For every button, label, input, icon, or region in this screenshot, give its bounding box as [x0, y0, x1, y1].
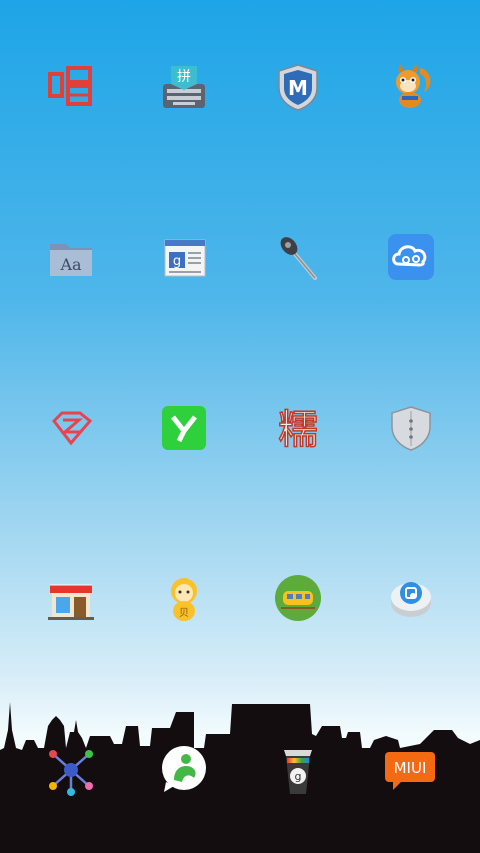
squirrel-icon [396, 64, 431, 108]
app-tools[interactable] [268, 227, 328, 287]
yellow-baby-icon: 贝 [171, 578, 197, 621]
svg-text:M: M [288, 76, 308, 100]
app-diamond[interactable] [41, 398, 101, 458]
app-disk[interactable] [381, 568, 441, 628]
app-y[interactable] [154, 398, 214, 458]
blue-button-icon [391, 582, 431, 617]
shop-front-icon [48, 584, 94, 620]
app-cloud[interactable] [381, 227, 441, 287]
coffee-cup-icon: g [284, 750, 312, 794]
app-nuo[interactable]: 糯 [268, 398, 328, 458]
green-y-icon [162, 406, 206, 450]
svg-text:拼: 拼 [177, 69, 191, 85]
app-grid: 拼 M Aa g 糯 贝 [0, 0, 480, 680]
app-guard[interactable] [381, 398, 441, 458]
app-security-shield[interactable]: M [268, 57, 328, 117]
dock-coffee-app[interactable]: g [268, 740, 328, 800]
folder-aa-icon: Aa [50, 244, 92, 276]
app-font-manager[interactable]: Aa [41, 227, 101, 287]
app-uc-browser[interactable] [381, 57, 441, 117]
app-google-news[interactable]: g [154, 227, 214, 287]
svg-text:MIUI: MIUI [394, 759, 427, 777]
newspaper-g-icon: g [164, 239, 206, 277]
app-baby[interactable]: 贝 [154, 568, 214, 628]
app-train[interactable] [268, 568, 328, 628]
network-nodes-icon [49, 750, 93, 796]
dock-miui-app[interactable]: MIUI [381, 740, 441, 800]
dock: g MIUI [0, 735, 480, 805]
silver-shield-icon [391, 406, 431, 451]
dock-chat-app[interactable] [154, 740, 214, 800]
m-shield-icon: M [278, 64, 318, 111]
diamond-z-icon [52, 411, 93, 446]
keyboard-pin-icon: 拼 [163, 66, 205, 108]
svg-text:g: g [173, 254, 181, 269]
svg-text:g: g [295, 770, 302, 783]
miui-bubble-icon: MIUI [385, 752, 435, 790]
app-singing[interactable] [41, 57, 101, 117]
screwdriver-icon [280, 237, 317, 280]
dock-network-app[interactable] [41, 740, 101, 800]
train-icon [275, 575, 321, 621]
svg-text:贝: 贝 [179, 607, 189, 619]
green-person-bubble-icon [162, 746, 206, 792]
nuo-character-icon: 糯 [277, 406, 319, 453]
svg-text:糯: 糯 [278, 407, 318, 453]
app-store[interactable] [41, 568, 101, 628]
app-pinyin-keyboard[interactable]: 拼 [154, 57, 214, 117]
cloud-swirl-icon [388, 234, 434, 280]
svg-text:Aa: Aa [59, 255, 82, 274]
chang-character-icon [48, 66, 92, 106]
